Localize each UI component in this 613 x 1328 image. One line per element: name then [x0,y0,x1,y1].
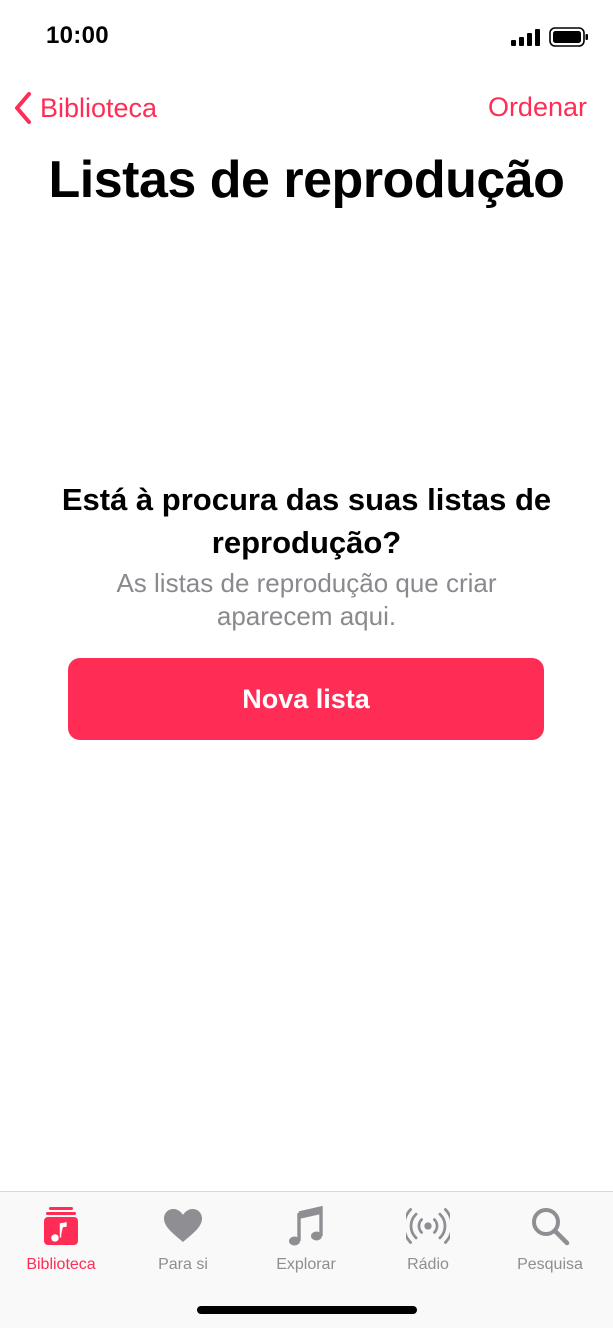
music-note-icon [284,1204,328,1248]
tab-radio-label: Rádio [407,1256,449,1273]
status-bar: 10:00 [0,0,613,76]
radio-icon [406,1204,450,1248]
chevron-left-icon [15,92,31,124]
playlists-screen: 10:00 Biblioteca Ordenar Listas de repro… [0,0,613,1328]
back-button-label: Biblioteca [40,92,158,123]
tab-browse-label: Explorar [276,1256,336,1273]
tab-library[interactable]: Biblioteca [0,1192,122,1282]
cellular-signal-icon [511,29,540,46]
tab-library-label: Biblioteca [26,1256,96,1273]
tab-search[interactable]: Pesquisa [489,1192,611,1282]
empty-state-subtitle: As listas de reprodução que criar aparec… [116,568,497,631]
page-title: Listas de reprodução [48,151,565,209]
battery-icon [549,27,588,47]
new-playlist-button[interactable]: Nova lista [68,658,544,740]
sort-button[interactable]: Ordenar [488,92,587,123]
back-button[interactable]: Biblioteca [12,88,157,128]
tab-radio[interactable]: Rádio [367,1192,489,1282]
tab-browse[interactable]: Explorar [245,1192,367,1282]
heart-icon [161,1204,205,1248]
tab-search-label: Pesquisa [517,1256,583,1273]
tab-for-you[interactable]: Para si [122,1192,244,1282]
library-icon [39,1204,83,1248]
home-indicator[interactable] [197,1306,417,1314]
tab-for-you-label: Para si [158,1256,208,1273]
search-icon [528,1204,572,1248]
empty-state-heading: Está à procura das suas listas de reprod… [61,482,552,560]
status-time: 10:00 [46,22,109,49]
